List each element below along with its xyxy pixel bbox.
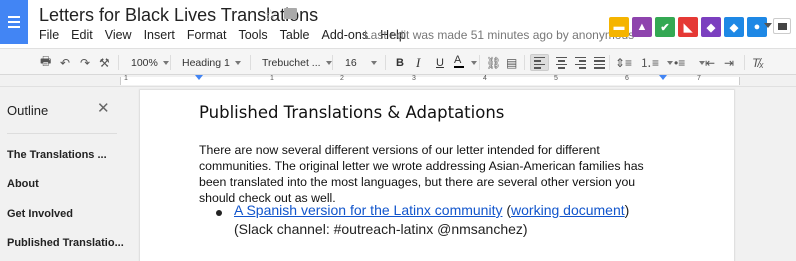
paint-format-icon[interactable]: ⚒ — [99, 54, 110, 71]
slack-channel-text: (Slack channel: #outreach-latinx @nmsanc… — [234, 221, 528, 237]
ruler-number: 1 — [124, 75, 128, 82]
decrease-indent-icon[interactable]: ⇤ — [705, 54, 715, 71]
addon-elephant-icon[interactable]: ▲ — [632, 17, 652, 37]
bulleted-list-icon[interactable]: •≡ — [674, 54, 685, 71]
addon-bird-icon[interactable]: ✔ — [655, 17, 675, 37]
menu-edit[interactable]: Edit — [71, 28, 93, 42]
align-right-icon — [574, 56, 586, 69]
outline-item[interactable]: Get Involved — [7, 208, 73, 220]
bullet-item[interactable]: A Spanish version for the Latinx communi… — [234, 201, 664, 239]
italic-button[interactable]: I — [416, 54, 420, 71]
print-icon[interactable]: 🖶 — [40, 54, 51, 71]
underline-button[interactable]: U — [436, 54, 444, 71]
comments-button[interactable] — [773, 18, 791, 34]
bullet-paren-open: ( — [502, 202, 512, 218]
star-icon[interactable]: ☆ — [264, 6, 277, 24]
last-edit-status[interactable]: Last edit was made 51 minutes ago by ano… — [364, 28, 634, 42]
numbered-list-dropdown[interactable] — [662, 54, 673, 71]
menu-insert[interactable]: Insert — [144, 28, 175, 42]
document-heading[interactable]: Published Translations & Adaptations — [199, 103, 504, 122]
spanish-version-link[interactable]: A Spanish version for the Latinx communi… — [234, 202, 502, 218]
document-paragraph[interactable]: There are now several different versions… — [199, 142, 669, 206]
ruler-number: 4 — [483, 75, 487, 82]
addon-icons: ▬ ▲ ✔ ◣ ◆ ◆ ● — [609, 17, 767, 37]
style-select[interactable]: Heading 1 — [182, 54, 241, 71]
text-color-dropdown[interactable] — [466, 54, 477, 71]
bulleted-list-dropdown[interactable] — [694, 54, 705, 71]
ruler-number: 7 — [697, 75, 701, 82]
align-left-button[interactable] — [530, 54, 549, 71]
ruler-track — [120, 77, 740, 85]
close-icon[interactable]: ✕ — [97, 99, 110, 117]
menu-view[interactable]: View — [105, 28, 132, 42]
google-docs-window: Letters for Black Lives Translations ☆ F… — [0, 0, 796, 261]
menu-addons[interactable]: Add-ons — [322, 28, 369, 42]
bullet-point — [216, 210, 222, 216]
zoom-select[interactable]: 100% — [131, 54, 169, 71]
numbered-list-icon[interactable]: ⒈≡ — [640, 54, 659, 71]
left-indent-marker[interactable] — [195, 75, 203, 80]
menu-bar: File Edit View Insert Format Tools Table… — [39, 28, 406, 42]
clear-formatting-icon[interactable]: T̸ₓ — [752, 54, 764, 71]
font-size-value: 16 — [345, 56, 357, 69]
outline-panel: Outline ✕ The Translations ... About Get… — [0, 87, 128, 261]
text-color-button[interactable]: A — [454, 54, 464, 71]
ruler-number: 6 — [625, 75, 629, 82]
comment-icon — [777, 22, 787, 30]
bullet-paren-close: ) — [624, 202, 630, 218]
align-center-button[interactable] — [553, 54, 569, 71]
font-value: Trebuchet ... — [262, 56, 321, 69]
chevron-down-icon[interactable] — [764, 23, 772, 28]
working-document-link[interactable]: working document — [511, 202, 625, 218]
zoom-value: 100% — [131, 56, 158, 69]
menu-tools[interactable]: Tools — [238, 28, 267, 42]
justify-icon — [593, 56, 605, 69]
text-color-label: A — [454, 54, 462, 66]
outline-title: Outline — [7, 103, 49, 118]
bold-button[interactable]: B — [396, 54, 404, 71]
link-icon[interactable]: ⛓ — [486, 54, 501, 71]
document-page[interactable]: Published Translations & Adaptations The… — [140, 90, 734, 261]
right-indent-marker[interactable] — [659, 75, 667, 80]
addon-bird-icon[interactable]: ◆ — [701, 17, 721, 37]
align-right-button[interactable] — [572, 54, 588, 71]
outline-item[interactable]: Published Translatio... — [7, 237, 124, 249]
increase-indent-icon[interactable]: ⇥ — [724, 54, 734, 71]
folder-icon[interactable] — [284, 8, 297, 19]
undo-icon[interactable]: ↶ — [60, 54, 70, 71]
toolbar: 🖶 ↶ ↷ ⚒ 100% Heading 1 Trebuchet ... 16 … — [0, 48, 796, 75]
redo-icon[interactable]: ↷ — [80, 54, 90, 71]
outline-item[interactable]: The Translations ... — [7, 149, 107, 161]
comment-add-icon[interactable]: ▤ — [506, 54, 517, 71]
addon-elephant-icon[interactable]: ▬ — [609, 17, 629, 37]
outline-item[interactable]: About — [7, 178, 39, 190]
divider — [7, 133, 117, 134]
ruler[interactable]: 1 1 2 3 4 5 6 7 — [0, 75, 796, 87]
menu-file[interactable]: File — [39, 28, 59, 42]
style-value: Heading 1 — [182, 56, 230, 69]
align-left-icon — [534, 56, 545, 69]
ruler-number: 1 — [270, 75, 274, 82]
line-spacing-icon[interactable]: ⇕≡ — [615, 54, 632, 71]
ruler-number: 5 — [554, 75, 558, 82]
menu-table[interactable]: Table — [280, 28, 310, 42]
justify-button[interactable] — [591, 54, 607, 71]
docs-logo-icon[interactable] — [0, 0, 28, 44]
addon-bird-icon[interactable]: ◆ — [724, 17, 744, 37]
font-size-select[interactable]: 16 — [345, 54, 377, 71]
ruler-number: 3 — [412, 75, 416, 82]
title-bar: Letters for Black Lives Translations ☆ F… — [0, 0, 796, 48]
font-select[interactable]: Trebuchet ... — [262, 54, 332, 71]
menu-format[interactable]: Format — [187, 28, 227, 42]
align-center-icon — [555, 56, 567, 69]
ruler-number: 2 — [340, 75, 344, 82]
addon-fox-icon[interactable]: ◣ — [678, 17, 698, 37]
